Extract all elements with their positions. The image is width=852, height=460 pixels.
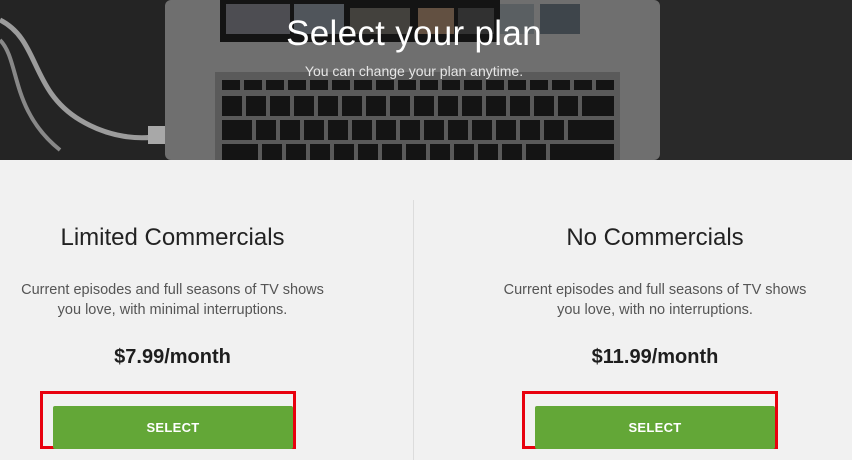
plan-name: No Commercials bbox=[566, 224, 744, 251]
select-limited-commercials-button[interactable]: SELECT bbox=[53, 406, 293, 449]
select-no-commercials-button[interactable]: SELECT bbox=[535, 406, 775, 449]
plan-description-line: Current episodes and full seasons of TV … bbox=[21, 282, 324, 298]
plan-description-line: you love, with minimal interruptions. bbox=[57, 302, 288, 318]
plan-description: Current episodes and full seasons of TV … bbox=[0, 280, 385, 320]
hero-banner: Select your plan You can change your pla… bbox=[0, 0, 852, 160]
page-subtitle: You can change your plan anytime. bbox=[304, 63, 524, 79]
plan-description: Current episodes and full seasons of TV … bbox=[440, 280, 852, 320]
plan-price: $7.99/month bbox=[114, 346, 231, 368]
plans-section: Limited Commercials Current episodes and… bbox=[0, 160, 852, 460]
plan-divider bbox=[413, 200, 414, 460]
plan-description-line: Current episodes and full seasons of TV … bbox=[503, 282, 807, 298]
page-title: Select your plan bbox=[286, 14, 542, 53]
plan-price: $11.99/month bbox=[591, 346, 719, 368]
plan-name: Limited Commercials bbox=[60, 224, 285, 251]
plan-description-line: you love, with no interruptions. bbox=[557, 302, 753, 318]
